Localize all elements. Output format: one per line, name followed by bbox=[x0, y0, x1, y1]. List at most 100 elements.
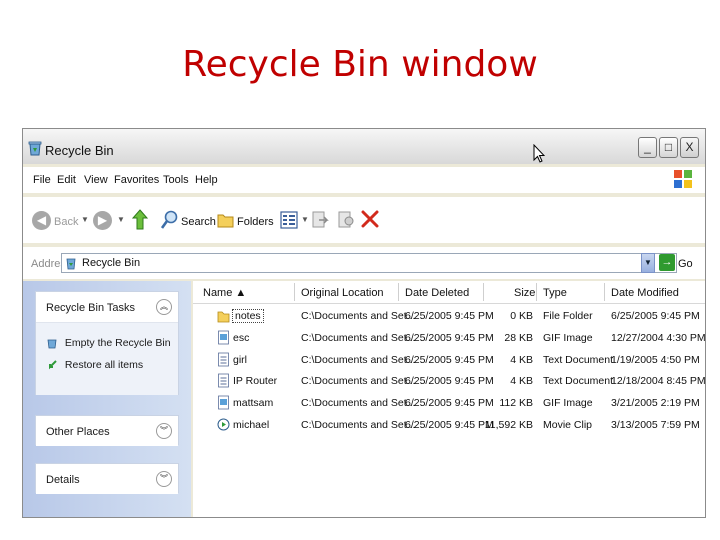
menu-edit[interactable]: Edit bbox=[57, 174, 76, 186]
file-name: notes bbox=[232, 309, 264, 323]
file-date-deleted: 6/25/2005 9:45 PM bbox=[405, 419, 494, 431]
address-value: Recycle Bin bbox=[82, 257, 141, 269]
folders-button-label[interactable]: Folders bbox=[237, 216, 274, 228]
file-name: girl bbox=[233, 353, 248, 366]
windows-logo-icon bbox=[674, 170, 692, 188]
restore-arrow-icon bbox=[49, 360, 57, 370]
file-date-modified: 3/21/2005 2:19 PM bbox=[611, 397, 700, 410]
file-original-location: C:\Documents and Set... bbox=[301, 419, 416, 431]
file-size: 4 KB bbox=[510, 375, 533, 388]
recycle-bin-icon bbox=[28, 141, 42, 156]
file-name: michael bbox=[233, 419, 270, 431]
file-row[interactable]: girl C:\Documents and Set... 6/25/2005 9:4… bbox=[193, 349, 705, 371]
back-dropdown-icon[interactable]: ▼ bbox=[81, 215, 89, 224]
column-header-size[interactable]: Size bbox=[514, 287, 535, 299]
file-original-location: C:\Documents and Set... bbox=[301, 375, 416, 388]
other-places-title: Other Places bbox=[46, 426, 110, 438]
file-name: IP Router bbox=[233, 375, 278, 388]
move-to-icon[interactable] bbox=[311, 210, 329, 230]
other-places-panel[interactable]: Other Places ︾ bbox=[35, 415, 179, 446]
menu-favorites[interactable]: Favorites bbox=[114, 174, 159, 186]
address-bar: Address Recycle Bin ▼ → Go bbox=[23, 247, 705, 279]
menu-file[interactable]: File bbox=[33, 174, 51, 186]
address-dropdown-button[interactable]: ▼ bbox=[641, 253, 655, 273]
file-date-deleted: 6/25/2005 9:45 PM bbox=[405, 397, 494, 410]
file-size: 4 KB bbox=[510, 353, 533, 366]
file-name: mattsam bbox=[233, 397, 274, 410]
movie-clip-icon bbox=[217, 418, 230, 431]
empty-recycle-bin-link[interactable]: Empty the Recycle Bin bbox=[46, 337, 171, 349]
column-header-original-location[interactable]: Original Location bbox=[301, 287, 384, 299]
collapse-chevron-icon[interactable]: ︽ bbox=[156, 299, 172, 315]
folder-icon bbox=[217, 311, 230, 323]
search-icon[interactable] bbox=[161, 210, 179, 230]
copy-to-icon[interactable] bbox=[337, 210, 355, 230]
file-date-deleted: 6/25/2005 9:45 PM bbox=[405, 353, 494, 366]
file-type: File Folder bbox=[543, 310, 593, 322]
recycle-bin-tasks-header[interactable]: Recycle Bin Tasks ︽ bbox=[36, 292, 178, 323]
file-date-modified: 6/25/2005 9:45 PM bbox=[611, 310, 700, 322]
mouse-cursor-icon bbox=[533, 144, 545, 163]
text-document-icon bbox=[218, 352, 229, 366]
empty-bin-icon bbox=[47, 339, 57, 349]
up-folder-icon[interactable] bbox=[131, 209, 149, 231]
task-pane: Recycle Bin Tasks ︽ Empty the Recycle Bi… bbox=[23, 281, 191, 517]
menu-view[interactable]: View bbox=[84, 174, 108, 186]
maximize-button[interactable]: □ bbox=[659, 137, 678, 158]
file-date-deleted: 6/25/2005 9:45 PM bbox=[405, 375, 494, 388]
back-button-label[interactable]: Back bbox=[54, 216, 78, 228]
folders-icon[interactable] bbox=[217, 211, 235, 229]
details-title: Details bbox=[46, 474, 80, 486]
file-date-deleted: 6/25/2005 9:45 PM bbox=[405, 331, 494, 344]
column-header-name[interactable]: Name ▲ bbox=[203, 287, 246, 299]
file-type: GIF Image bbox=[543, 397, 593, 410]
file-row[interactable]: mattsam C:\Documents and Set... 6/25/2005 … bbox=[193, 392, 705, 414]
file-date-deleted: 6/25/2005 9:45 PM bbox=[405, 310, 494, 322]
file-row[interactable]: esc C:\Documents and Set... 6/25/2005 9:45… bbox=[193, 327, 705, 349]
recycle-bin-tasks-title: Recycle Bin Tasks bbox=[46, 302, 136, 314]
recycle-bin-tasks-panel: Recycle Bin Tasks ︽ Empty the Recycle Bi… bbox=[35, 291, 179, 395]
address-field[interactable]: Recycle Bin bbox=[61, 253, 677, 273]
file-size: 0 KB bbox=[510, 310, 533, 322]
file-size: 11,592 KB bbox=[484, 419, 533, 431]
file-type: GIF Image bbox=[543, 331, 593, 344]
go-button-label[interactable]: Go bbox=[678, 258, 693, 270]
restore-all-items-label: Restore all items bbox=[64, 359, 144, 371]
menu-help[interactable]: Help bbox=[195, 174, 218, 186]
delete-icon[interactable] bbox=[361, 210, 379, 228]
minimize-button[interactable]: _ bbox=[638, 137, 657, 158]
file-type: Text Document bbox=[543, 353, 614, 366]
title-bar[interactable]: Recycle Bin _ □ X bbox=[23, 129, 705, 164]
file-date-modified: 1/19/2005 4:50 PM bbox=[611, 353, 700, 366]
gif-image-icon bbox=[218, 330, 229, 345]
restore-all-items-link[interactable]: Restore all items bbox=[46, 359, 143, 371]
column-header-date-modified[interactable]: Date Modified bbox=[611, 287, 679, 299]
slide-title: Recycle Bin window bbox=[182, 44, 538, 85]
file-size: 112 KB bbox=[499, 397, 533, 410]
file-row[interactable]: michael C:\Documents and Set... 6/25/2005 … bbox=[193, 414, 705, 436]
file-row[interactable]: IP Router C:\Documents and Set... 6/25/200… bbox=[193, 370, 705, 392]
text-document-icon bbox=[218, 373, 229, 388]
menu-bar: File Edit View Favorites Tools Help bbox=[23, 167, 705, 193]
column-header-type[interactable]: Type bbox=[543, 287, 567, 299]
go-arrow-icon[interactable]: → bbox=[659, 254, 675, 271]
expand-chevron-icon[interactable]: ︾ bbox=[156, 471, 172, 487]
forward-arrow-icon[interactable]: ▶ bbox=[93, 211, 112, 230]
recycle-bin-window: Recycle Bin _ □ X File Edit View Favorit… bbox=[22, 128, 706, 518]
file-row[interactable]: notes C:\Documents and Set... 6/25/2005 9:… bbox=[193, 305, 705, 327]
views-dropdown-icon[interactable]: ▼ bbox=[301, 215, 309, 224]
details-panel[interactable]: Details ︾ bbox=[35, 463, 179, 494]
back-arrow-icon[interactable]: ◀ bbox=[32, 211, 51, 230]
views-icon[interactable] bbox=[280, 211, 298, 229]
file-type: Movie Clip bbox=[543, 419, 593, 431]
forward-dropdown-icon[interactable]: ▼ bbox=[117, 215, 125, 224]
file-date-modified: 12/27/2004 4:30 PM bbox=[611, 331, 706, 344]
file-list: Name ▲ Original Location Date Deleted Si… bbox=[193, 281, 705, 517]
file-size: 28 KB bbox=[504, 331, 533, 344]
expand-chevron-icon[interactable]: ︾ bbox=[156, 423, 172, 439]
column-header-date-deleted[interactable]: Date Deleted bbox=[405, 287, 469, 299]
close-button[interactable]: X bbox=[680, 137, 699, 158]
file-original-location: C:\Documents and Set... bbox=[301, 353, 416, 366]
search-button-label[interactable]: Search bbox=[181, 216, 216, 228]
menu-tools[interactable]: Tools bbox=[163, 174, 189, 186]
